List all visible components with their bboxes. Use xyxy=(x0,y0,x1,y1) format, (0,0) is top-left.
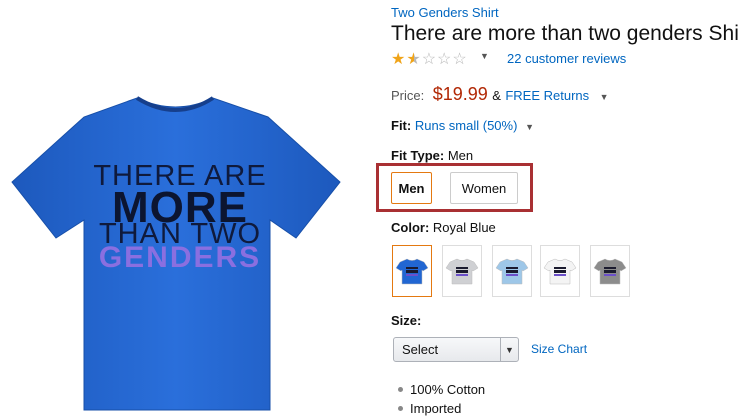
free-returns-link[interactable]: FREE Returns xyxy=(505,88,589,103)
price-amp: & xyxy=(492,88,501,103)
star-half-icon: ★ xyxy=(406,51,422,68)
feature-text: 100% Cotton xyxy=(410,382,486,397)
feature-bullet: Imported xyxy=(398,399,485,418)
bullet-icon xyxy=(398,387,403,392)
color-swatch-silver[interactable] xyxy=(442,245,482,297)
feature-text: Imported xyxy=(410,401,462,416)
color-row: Color: Royal Blue xyxy=(391,220,496,235)
color-swatch-gray[interactable] xyxy=(590,245,630,297)
color-swatch-white[interactable] xyxy=(540,245,580,297)
star-empty-icon: ☆ xyxy=(452,51,468,68)
fit-value-link[interactable]: Runs small (50%) xyxy=(415,118,518,133)
fit-type-row: Fit Type: Men xyxy=(391,148,473,163)
fit-label: Fit: xyxy=(391,118,412,133)
price-label: Price: xyxy=(391,88,425,103)
tshirt-thumbnail-icon xyxy=(395,258,429,285)
tshirt-thumbnail-icon xyxy=(445,258,479,285)
tshirt-thumbnail-icon xyxy=(543,258,577,285)
price-row: Price: $19.99 & FREE Returns ▼ xyxy=(391,84,609,105)
bullet-icon xyxy=(398,406,403,411)
customer-reviews-link[interactable]: 22 customer reviews xyxy=(507,51,626,66)
color-swatch-royal-blue[interactable] xyxy=(392,245,432,297)
star-full-icon: ★ xyxy=(391,51,407,68)
star-rating[interactable]: ★★☆☆☆ xyxy=(391,49,468,69)
color-label: Color: xyxy=(391,220,430,235)
star-empty-icon: ☆ xyxy=(437,51,453,68)
fit-type-men-button[interactable]: Men xyxy=(391,172,432,204)
feature-bullet: 100% Cotton xyxy=(398,380,485,399)
shirt-print-line4: GENDERS xyxy=(98,241,262,274)
product-details: Two Genders Shirt There are more than tw… xyxy=(376,0,743,418)
star-empty-icon: ☆ xyxy=(421,51,438,68)
fit-type-women-button[interactable]: Women xyxy=(450,172,518,204)
chevron-down-icon[interactable]: ▼ xyxy=(480,51,489,61)
product-image[interactable]: THERE ARE MORE THAN TWO GENDERS xyxy=(0,70,360,418)
tshirt-thumbnail-icon xyxy=(495,258,529,285)
chevron-down-icon[interactable]: ▼ xyxy=(600,92,609,102)
fit-type-selected: Men xyxy=(447,148,474,163)
size-select[interactable]: Select ▼ xyxy=(393,337,519,362)
fit-type-label: Fit Type: xyxy=(391,148,445,163)
brand-link[interactable]: Two Genders Shirt xyxy=(391,5,499,20)
tshirt-thumbnail-icon xyxy=(593,258,627,285)
product-title: There are more than two genders Shi xyxy=(391,22,739,45)
color-selected: Royal Blue xyxy=(432,220,496,235)
size-select-value: Select xyxy=(402,342,439,357)
fit-row: Fit: Runs small (50%) ▼ xyxy=(391,118,534,133)
feature-bullets: 100% Cotton Imported xyxy=(398,380,485,418)
size-label: Size: xyxy=(391,313,422,328)
chevron-down-icon[interactable]: ▼ xyxy=(500,338,518,361)
color-swatch-light-blue[interactable] xyxy=(492,245,532,297)
size-chart-link[interactable]: Size Chart xyxy=(531,342,587,356)
chevron-down-icon[interactable]: ▼ xyxy=(525,122,534,132)
price-value: $19.99 xyxy=(432,84,488,104)
